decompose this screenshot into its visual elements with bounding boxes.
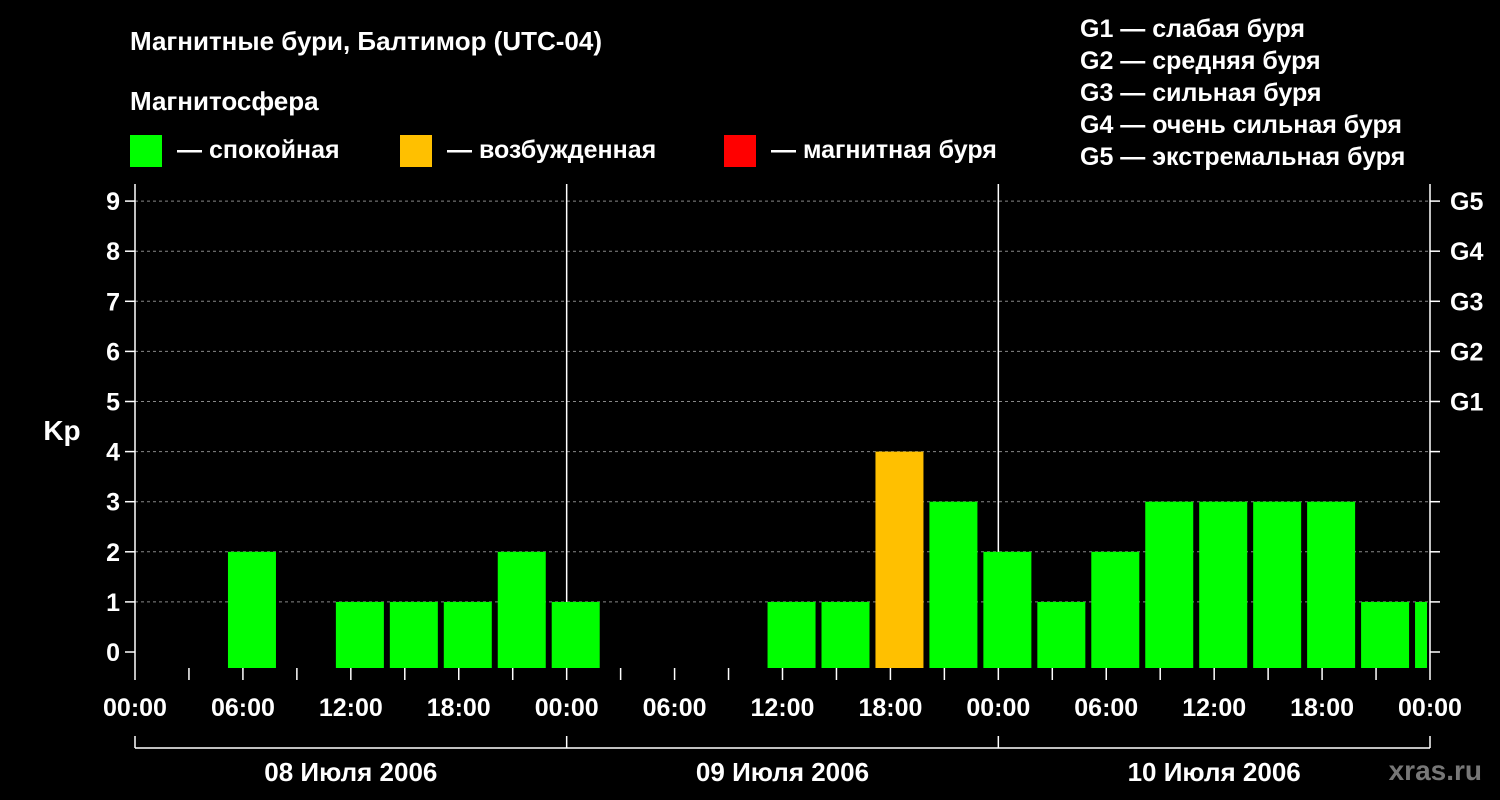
kp-bar bbox=[1415, 601, 1428, 668]
storm-scale-g4: G4 — очень сильная буря bbox=[1080, 111, 1402, 139]
y-tick-label: 9 bbox=[106, 188, 120, 216]
legend-swatch-storm bbox=[724, 135, 756, 167]
y-tick-label: 4 bbox=[106, 439, 120, 467]
x-tick-label: 00:00 bbox=[966, 694, 1030, 722]
kp-bar bbox=[1361, 601, 1410, 668]
day-label: 09 Июля 2006 bbox=[696, 757, 869, 787]
watermark: xras.ru bbox=[1389, 755, 1482, 786]
chart-title: Магнитные бури, Балтимор (UTC-04) bbox=[130, 26, 602, 56]
kp-bar bbox=[1037, 601, 1086, 668]
x-tick-label: 00:00 bbox=[103, 694, 167, 722]
y-tick-label: 2 bbox=[106, 539, 120, 567]
x-tick-label: 18:00 bbox=[427, 694, 491, 722]
legend-label-storm: — магнитная буря bbox=[771, 136, 997, 164]
storm-scale-g5: G5 — экстремальная буря bbox=[1080, 143, 1405, 171]
kp-bar bbox=[1091, 551, 1140, 668]
kp-bar bbox=[335, 601, 384, 668]
y-tick-label: 8 bbox=[106, 238, 120, 266]
kp-bar bbox=[983, 551, 1032, 668]
legend-swatch-excited bbox=[400, 135, 432, 167]
kp-chart: Магнитные бури, Балтимор (UTC-04) Магнит… bbox=[43, 15, 1483, 787]
status-legend: — спокойная — возбужденная — магнитная б… bbox=[130, 135, 997, 167]
kp-bar bbox=[1145, 501, 1194, 668]
day-label: 10 Июля 2006 bbox=[1128, 757, 1301, 787]
kp-bar bbox=[1253, 501, 1302, 668]
y-tick-label: 5 bbox=[106, 389, 120, 417]
x-tick-label: 12:00 bbox=[1182, 694, 1246, 722]
y-axis-label: Kp bbox=[43, 415, 80, 446]
kp-bar bbox=[443, 601, 492, 668]
x-tick-label: 18:00 bbox=[1290, 694, 1354, 722]
x-tick-label: 00:00 bbox=[1398, 694, 1462, 722]
storm-level-label: G4 bbox=[1450, 238, 1483, 266]
legend-heading: Магнитосфера bbox=[130, 86, 319, 116]
y-tick-label: 6 bbox=[106, 338, 120, 366]
x-tick-label: 00:00 bbox=[535, 694, 599, 722]
day-label: 08 Июля 2006 bbox=[264, 757, 437, 787]
legend-label-calm: — спокойная bbox=[177, 136, 340, 164]
kp-bar bbox=[1307, 501, 1356, 668]
kp-bar bbox=[389, 601, 438, 668]
legend-label-excited: — возбужденная bbox=[447, 136, 656, 164]
storm-level-label: G2 bbox=[1450, 338, 1483, 366]
kp-bar bbox=[1199, 501, 1248, 668]
x-tick-label: 18:00 bbox=[858, 694, 922, 722]
x-tick-label: 06:00 bbox=[211, 694, 275, 722]
y-tick-label: 7 bbox=[106, 288, 120, 316]
kp-bar bbox=[767, 601, 816, 668]
storm-scale-g2: G2 — средняя буря bbox=[1080, 47, 1321, 75]
storm-level-label: G3 bbox=[1450, 288, 1483, 316]
storm-level-label: G1 bbox=[1450, 389, 1483, 417]
x-tick-label: 06:00 bbox=[643, 694, 707, 722]
kp-bar bbox=[875, 451, 924, 668]
x-tick-label: 12:00 bbox=[751, 694, 815, 722]
storm-scale-g1: G1 — слабая буря bbox=[1080, 15, 1305, 43]
x-tick-label: 06:00 bbox=[1074, 694, 1138, 722]
kp-bar bbox=[929, 501, 978, 668]
kp-bar bbox=[227, 551, 276, 668]
kp-bar bbox=[551, 601, 600, 668]
legend-swatch-calm bbox=[130, 135, 162, 167]
y-tick-label: 0 bbox=[106, 639, 120, 667]
kp-bar bbox=[821, 601, 870, 668]
storm-scale-legend: G1 — слабая буря G2 — средняя буря G3 — … bbox=[1080, 15, 1405, 171]
y-tick-label: 1 bbox=[106, 589, 120, 617]
y-tick-label: 3 bbox=[106, 489, 120, 517]
x-tick-label: 12:00 bbox=[319, 694, 383, 722]
kp-bar bbox=[497, 551, 546, 668]
storm-scale-g3: G3 — сильная буря bbox=[1080, 79, 1322, 107]
storm-level-label: G5 bbox=[1450, 188, 1483, 216]
